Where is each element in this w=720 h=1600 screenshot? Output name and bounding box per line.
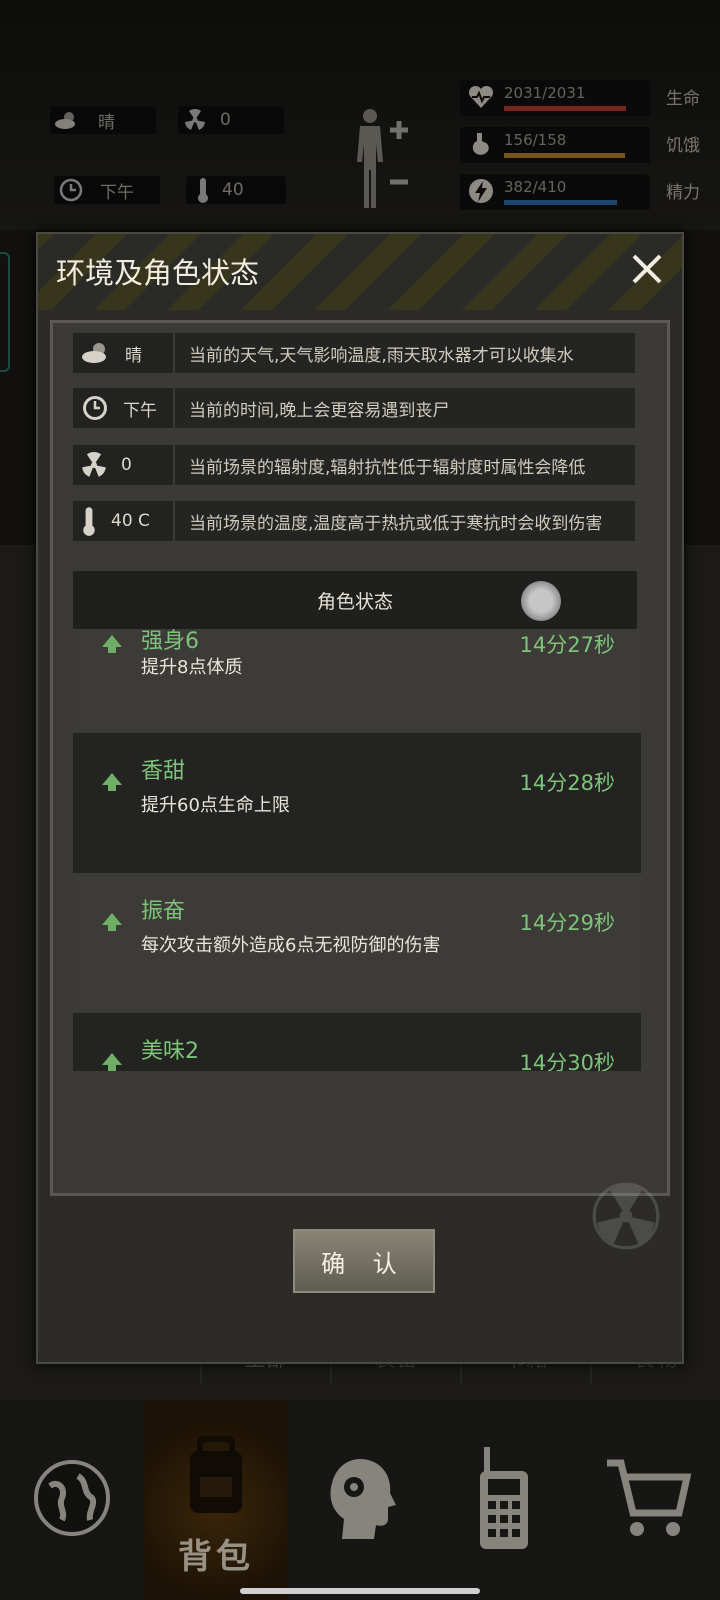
list-item: 香甜 提升60点生命上限 14分28秒: [73, 733, 641, 873]
env-desc-time: 当前的时间,晚上会更容易遇到丧尸: [175, 388, 635, 428]
clock-icon: [83, 396, 107, 420]
home-indicator[interactable]: [240, 1588, 480, 1594]
radiation-icon: [82, 452, 106, 477]
env-row-time: 下午 当前的时间,晚上会更容易遇到丧尸: [73, 388, 635, 428]
status-name: 强身6: [141, 629, 199, 654]
status-name: 香甜: [141, 759, 186, 784]
dialog-title: 环境及角色状态: [56, 256, 260, 290]
env-key-radiation: 0: [121, 455, 132, 475]
status-desc: 提升8点体质: [141, 657, 243, 678]
status-list[interactable]: 强身6 提升8点体质 14分27秒 香甜 提升60点生命上限 14分28秒 振奋…: [73, 629, 641, 1071]
status-time: 14分28秒: [519, 771, 615, 795]
arrow-up-icon: [102, 635, 122, 653]
env-desc-radiation: 当前场景的辐射度,辐射抗性低于辐射度时属性会降低: [175, 445, 635, 485]
list-item: 强身6 提升8点体质 14分27秒: [73, 629, 641, 733]
radiation-icon: [592, 1182, 660, 1250]
environment-status-dialog: 环境及角色状态 晴 当前的天气,天气影响温度,雨天取水器才可以收集水 下午 当前…: [36, 232, 684, 1364]
thermometer-icon: [83, 507, 95, 536]
arrow-up-icon: [102, 773, 122, 791]
weather-icon: [82, 343, 106, 363]
arrow-up-icon: [102, 913, 122, 931]
status-time: 14分29秒: [519, 911, 615, 935]
env-row-temperature: 40 C 当前场景的温度,温度高于热抗或低于寒抗时会收到伤害: [73, 501, 635, 541]
close-icon: [632, 254, 662, 284]
dialog-content-panel: 晴 当前的天气,天气影响温度,雨天取水器才可以收集水 下午 当前的时间,晚上会更…: [50, 320, 670, 1250]
env-key-time: 下午: [123, 400, 157, 421]
status-time: 14分30秒: [519, 1051, 615, 1071]
env-key-weather: 晴: [125, 345, 142, 366]
close-button[interactable]: [622, 244, 672, 294]
env-desc-temperature: 当前场景的温度,温度高于热抗或低于寒抗时会收到伤害: [175, 501, 635, 541]
status-desc: 每次攻击额外造成6点无视防御的伤害: [141, 935, 441, 956]
list-item: 美味2 14分30秒: [73, 1013, 641, 1071]
confirm-button[interactable]: 确 认: [290, 1226, 438, 1296]
env-key-temperature: 40 C: [111, 511, 150, 531]
env-desc-weather: 当前的天气,天气影响温度,雨天取水器才可以收集水: [175, 333, 635, 373]
status-time: 14分27秒: [519, 633, 615, 657]
status-desc: 提升60点生命上限: [141, 795, 290, 816]
touch-indicator: [521, 581, 561, 621]
list-item: 振奋 每次攻击额外造成6点无视防御的伤害 14分29秒: [73, 873, 641, 1013]
status-name: 振奋: [141, 899, 186, 924]
env-row-radiation: 0 当前场景的辐射度,辐射抗性低于辐射度时属性会降低: [73, 445, 635, 485]
env-row-weather: 晴 当前的天气,天气影响温度,雨天取水器才可以收集水: [73, 333, 635, 373]
arrow-up-icon: [102, 1053, 122, 1071]
dialog-header: 环境及角色状态: [38, 234, 682, 310]
status-name: 美味2: [141, 1039, 199, 1064]
